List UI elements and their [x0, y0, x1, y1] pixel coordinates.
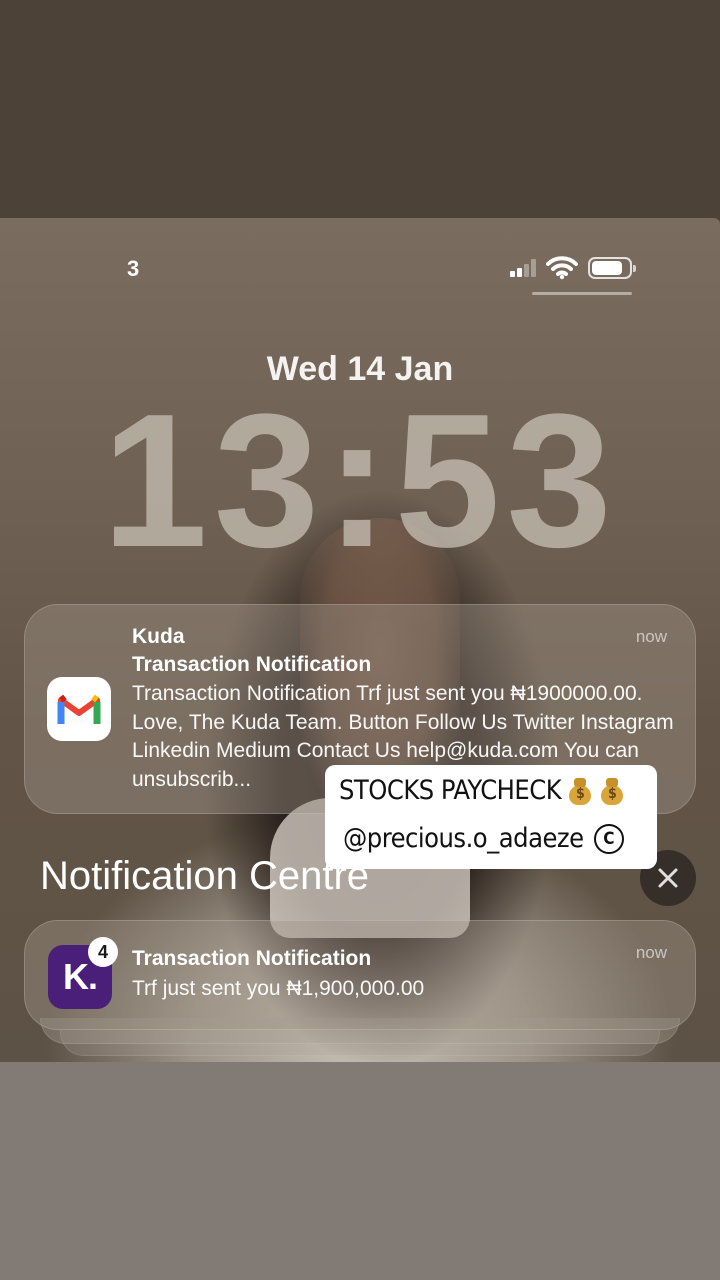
bottom-background-band — [0, 1062, 720, 1280]
notification-centre-heading: Notification Centre — [40, 854, 370, 898]
notification-body: Trf just sent you ₦1,900,000.00 — [132, 977, 425, 1000]
copyright-icon: C — [593, 823, 624, 854]
money-bag-icon — [599, 777, 625, 805]
notification-count-badge: 4 — [88, 937, 118, 967]
wifi-icon — [546, 256, 578, 280]
lock-time: 13:53 — [102, 375, 618, 587]
story-text-sticker: STOCKS PAYCHECK @precious.o_adaeze C — [325, 765, 657, 869]
control-centre-handle[interactable] — [532, 292, 632, 295]
gmail-icon — [47, 677, 111, 741]
sticker-line-2: @precious.o_adaeze C — [343, 823, 624, 854]
battery-icon — [588, 257, 636, 279]
close-icon — [658, 868, 678, 888]
status-icons — [510, 256, 636, 280]
notification-time: now — [635, 943, 667, 962]
notification-app-name: Kuda — [132, 625, 185, 648]
carrier-label: 3 — [127, 256, 140, 281]
signal-icon — [510, 259, 536, 277]
notification-title: Transaction Notification — [132, 653, 372, 676]
money-bag-icon — [567, 777, 593, 805]
notification-time: now — [635, 627, 667, 646]
notification-title: Transaction Notification — [132, 947, 372, 970]
sticker-handle: @precious.o_adaeze — [343, 823, 584, 854]
notification-kuda-app[interactable]: K. 4 Transaction Notification Trf just s… — [24, 920, 696, 1030]
top-background-band — [0, 0, 720, 218]
sticker-line-1: STOCKS PAYCHECK — [339, 775, 625, 806]
lock-screen: 3 Wed 14 Jan 13:53 Kuda Transaction Noti… — [0, 218, 720, 1062]
sticker-headline: STOCKS PAYCHECK — [339, 775, 562, 806]
